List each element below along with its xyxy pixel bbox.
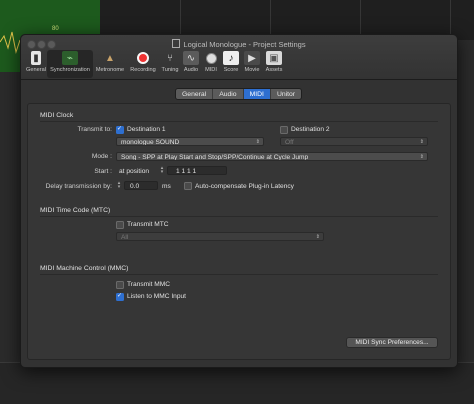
record-icon bbox=[135, 51, 151, 65]
automation-curve bbox=[0, 31, 20, 54]
popup-arrows-icon: ⇕ bbox=[419, 139, 424, 145]
popup-arrows-icon: ⇕ bbox=[255, 139, 260, 145]
sync-icon: ⌁ bbox=[62, 51, 78, 65]
transmit-mtc-checkbox[interactable] bbox=[116, 221, 124, 229]
waveform-icon: ∿ bbox=[183, 51, 199, 65]
toolbar-audio[interactable]: ∿ Audio bbox=[181, 50, 201, 78]
delay-field[interactable]: 0.0 bbox=[124, 181, 158, 190]
auto-compensate-label: Auto-compensate Plug-in Latency bbox=[195, 183, 294, 190]
start-at-label: at position bbox=[119, 168, 150, 175]
tuning-fork-icon: ⑂ bbox=[167, 52, 173, 64]
divider bbox=[40, 121, 438, 122]
destination2-port-select[interactable]: Off ⇕ bbox=[280, 137, 428, 146]
track-marker: 80 bbox=[52, 26, 59, 32]
toolbar-movie[interactable]: ▶ Movie bbox=[241, 50, 263, 78]
window-title: Logical Monologue - Project Settings bbox=[21, 39, 457, 49]
toolbar-tuning[interactable]: ⑂ Tuning bbox=[159, 50, 181, 78]
tab-unitor[interactable]: Unitor bbox=[271, 89, 301, 99]
tab-midi[interactable]: MIDI bbox=[243, 89, 271, 99]
document-icon bbox=[172, 39, 181, 48]
toolbar-general[interactable]: ▮ General bbox=[25, 50, 47, 78]
toolbar-synchronization[interactable]: ⌁ Synchronization bbox=[47, 50, 93, 78]
midi-port-icon bbox=[203, 51, 219, 65]
mode-label: Mode : bbox=[91, 153, 112, 160]
position-stepper[interactable]: ▴ ▾ bbox=[159, 166, 165, 175]
midi-sync-preferences-button[interactable]: MIDI Sync Preferences... bbox=[346, 337, 438, 348]
delay-stepper[interactable]: ▴ ▾ bbox=[116, 181, 122, 190]
popup-arrows-icon: ⇕ bbox=[419, 154, 424, 160]
transmit-mmc-label: Transmit MMC bbox=[127, 281, 170, 288]
toolbar-assets[interactable]: ▣ Assets bbox=[263, 50, 285, 78]
toolbar-recording[interactable]: Recording bbox=[127, 50, 159, 78]
metronome-icon: ▲ bbox=[105, 52, 115, 64]
score-note-icon: ♪ bbox=[223, 51, 239, 65]
auto-compensate-checkbox[interactable] bbox=[184, 182, 192, 190]
divider bbox=[40, 274, 438, 275]
midi-settings-pane: MIDI Clock Transmit to: Destination 1 De… bbox=[27, 103, 451, 360]
film-icon: ▶ bbox=[244, 51, 260, 65]
midi-clock-heading: MIDI Clock bbox=[40, 112, 74, 119]
toolbar-midi[interactable]: MIDI bbox=[201, 50, 221, 78]
destination2-label: Destination 2 bbox=[291, 126, 330, 133]
mtc-heading: MIDI Time Code (MTC) bbox=[40, 207, 111, 214]
destination1-port-select[interactable]: monologue SOUND ⇕ bbox=[116, 137, 264, 146]
start-position-field[interactable]: 1 1 1 1 bbox=[167, 166, 227, 175]
toolbar-metronome[interactable]: ▲ Metronome bbox=[93, 50, 127, 78]
sync-tab-bar: General Audio MIDI Unitor bbox=[175, 88, 303, 100]
transmit-mtc-label: Transmit MTC bbox=[127, 221, 169, 228]
tab-general[interactable]: General bbox=[176, 89, 214, 99]
mmc-heading: MIDI Machine Control (MMC) bbox=[40, 265, 129, 272]
transmit-to-label: Transmit to: bbox=[77, 126, 112, 133]
listen-mmc-checkbox[interactable] bbox=[116, 292, 124, 301]
toolbar-score[interactable]: ♪ Score bbox=[221, 50, 241, 78]
project-settings-window: Logical Monologue - Project Settings ▮ G… bbox=[20, 34, 458, 368]
title-bar: Logical Monologue - Project Settings ▮ G… bbox=[21, 35, 457, 80]
mtc-port-select[interactable]: All ⇕ bbox=[116, 232, 324, 241]
settings-toolbar: ▮ General ⌁ Synchronization ▲ Metronome … bbox=[25, 50, 285, 78]
start-label: Start : bbox=[94, 168, 112, 175]
popup-arrows-icon: ⇕ bbox=[315, 234, 320, 240]
box-icon: ▣ bbox=[266, 51, 282, 65]
divider bbox=[40, 216, 438, 217]
destination1-label: Destination 1 bbox=[127, 126, 166, 133]
destination2-checkbox[interactable] bbox=[280, 126, 288, 134]
mode-select[interactable]: Song - SPP at Play Start and Stop/SPP/Co… bbox=[116, 152, 428, 161]
destination1-checkbox[interactable] bbox=[116, 125, 124, 134]
transmit-mmc-checkbox[interactable] bbox=[116, 281, 124, 289]
listen-mmc-label: Listen to MMC Input bbox=[127, 293, 187, 300]
tab-audio[interactable]: Audio bbox=[213, 89, 244, 99]
switch-icon: ▮ bbox=[31, 51, 41, 65]
delay-unit: ms bbox=[162, 183, 171, 190]
delay-label: Delay transmission by: bbox=[45, 183, 112, 190]
